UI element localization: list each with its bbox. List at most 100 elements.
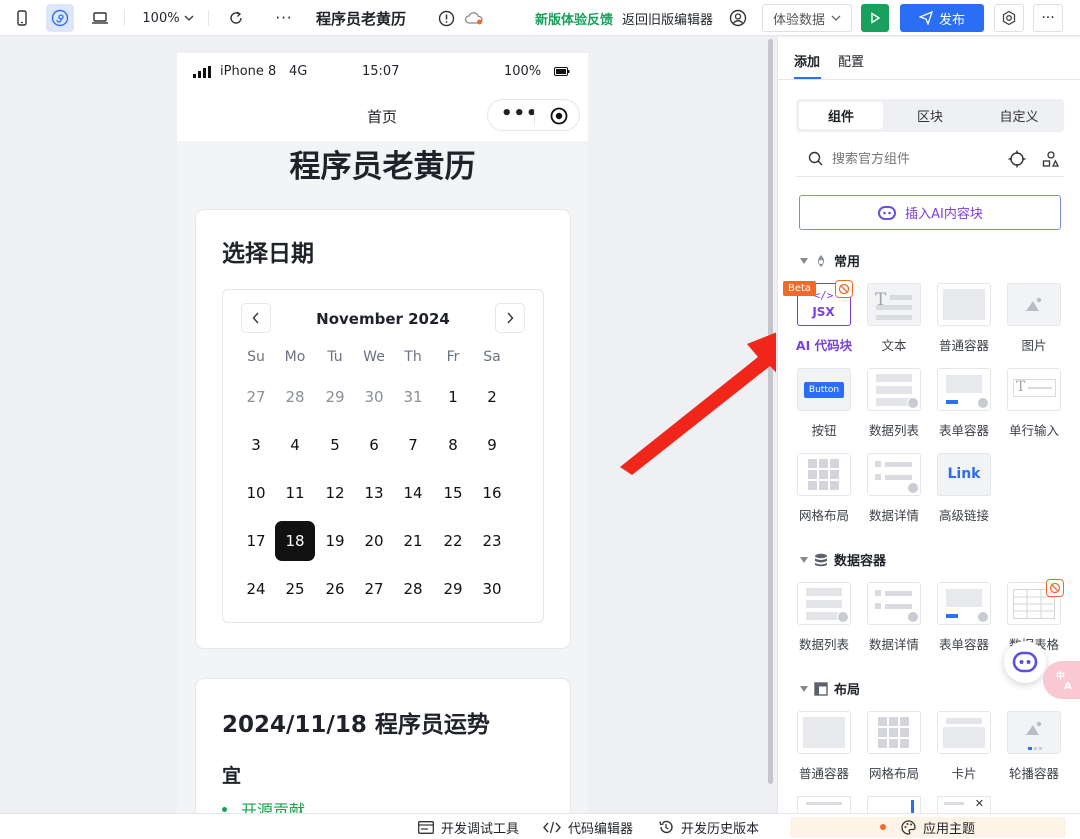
- calendar-day[interactable]: 3: [236, 425, 276, 465]
- segment-components[interactable]: 组件: [799, 102, 883, 129]
- calendar-day[interactable]: 1: [433, 377, 473, 417]
- segment-custom[interactable]: 自定义: [977, 102, 1061, 129]
- locate-icon[interactable]: [1008, 150, 1026, 168]
- insert-ai-block-button[interactable]: 插入AI内容块: [799, 195, 1061, 230]
- calendar-day[interactable]: 7: [393, 425, 433, 465]
- component-tree-icon[interactable]: [1042, 150, 1060, 168]
- tab-config[interactable]: 配置: [838, 51, 864, 70]
- component-partial-thumb[interactable]: [867, 796, 921, 813]
- capsule-more-icon[interactable]: •••: [501, 103, 539, 124]
- component-partial-thumb[interactable]: ✕: [937, 796, 991, 813]
- component-data-detail[interactable]: 数据详情: [865, 453, 923, 524]
- calendar-day[interactable]: 5: [315, 425, 355, 465]
- info-icon[interactable]: [434, 6, 458, 30]
- calendar-day[interactable]: 28: [393, 569, 433, 609]
- translate-float-button[interactable]: 中A: [1043, 661, 1080, 699]
- calendar-day[interactable]: 23: [472, 521, 512, 561]
- component-carousel[interactable]: 轮播容器: [1005, 711, 1063, 782]
- mini-program-view-icon[interactable]: [46, 4, 74, 32]
- component-image[interactable]: 图片: [1005, 283, 1063, 354]
- section-layout-header[interactable]: 布局: [800, 679, 860, 698]
- calendar-day[interactable]: 29: [315, 377, 355, 417]
- debug-tools-button[interactable]: 开发调试工具: [418, 814, 519, 839]
- cloud-sync-icon[interactable]: [462, 6, 486, 30]
- capsule-menu[interactable]: •••: [487, 99, 580, 131]
- component-data-detail[interactable]: 数据详情: [865, 582, 923, 653]
- capsule-close-icon[interactable]: [550, 107, 568, 125]
- more-menu-button[interactable]: ···: [1033, 4, 1063, 32]
- chevron-down-icon: [184, 15, 194, 21]
- tab-add[interactable]: 添加: [794, 51, 820, 70]
- section-data-header[interactable]: 数据容器: [800, 550, 886, 569]
- component-card[interactable]: 卡片: [935, 711, 993, 782]
- calendar-day[interactable]: 15: [433, 473, 473, 513]
- link-thumb-label: Link: [947, 466, 981, 482]
- component-advanced-link[interactable]: Link 高级链接: [935, 453, 993, 524]
- calendar-day[interactable]: 11: [275, 473, 315, 513]
- calendar-next-button[interactable]: [495, 303, 525, 333]
- section-common-title: 常用: [834, 255, 861, 270]
- component-button[interactable]: Button 按钮: [795, 368, 853, 439]
- calendar-day[interactable]: 12: [315, 473, 355, 513]
- run-button[interactable]: [861, 4, 889, 32]
- component-grid-layout[interactable]: 网格布局: [795, 453, 853, 524]
- calendar-day[interactable]: 24: [236, 569, 276, 609]
- component-container[interactable]: 普通容器: [935, 283, 993, 354]
- calendar-day[interactable]: 25: [275, 569, 315, 609]
- refresh-icon[interactable]: [224, 6, 248, 30]
- section-common-header[interactable]: 常用: [800, 251, 860, 270]
- component-form-container[interactable]: 表单容器: [935, 368, 993, 439]
- component-single-input[interactable]: T 单行输入: [1005, 368, 1063, 439]
- calendar-day[interactable]: 22: [433, 521, 473, 561]
- mobile-view-icon[interactable]: [8, 4, 36, 32]
- calendar-day[interactable]: 28: [275, 377, 315, 417]
- calendar-day[interactable]: 20: [354, 521, 394, 561]
- app-theme-button[interactable]: 应用主题: [880, 814, 975, 839]
- user-icon[interactable]: [726, 6, 750, 30]
- calendar-day[interactable]: 16: [472, 473, 512, 513]
- signal-icon: [193, 66, 211, 78]
- search-input[interactable]: [832, 148, 982, 170]
- data-source-select[interactable]: 体验数据: [762, 4, 852, 32]
- calendar-day-selected[interactable]: 18: [275, 521, 315, 561]
- calendar-day[interactable]: 31: [393, 377, 433, 417]
- calendar-day[interactable]: 8: [433, 425, 473, 465]
- calendar-day[interactable]: 2: [472, 377, 512, 417]
- component-data-list[interactable]: 数据列表: [795, 582, 853, 653]
- back-old-editor-link[interactable]: 返回旧版编辑器: [622, 0, 713, 36]
- calendar-day[interactable]: 30: [472, 569, 512, 609]
- chevron-right-icon: [507, 312, 514, 324]
- ai-assistant-float-button[interactable]: [1004, 641, 1046, 683]
- more-icon[interactable]: ···: [272, 6, 296, 30]
- calendar-day[interactable]: 21: [393, 521, 433, 561]
- calendar-day[interactable]: 27: [236, 377, 276, 417]
- code-editor-button[interactable]: 代码编辑器: [543, 814, 633, 839]
- calendar-day[interactable]: 9: [472, 425, 512, 465]
- component-container[interactable]: 普通容器: [795, 711, 853, 782]
- calendar-day[interactable]: 14: [393, 473, 433, 513]
- history-button[interactable]: 开发历史版本: [658, 814, 759, 839]
- zoom-select[interactable]: 100%: [140, 0, 196, 36]
- component-data-list[interactable]: 数据列表: [865, 368, 923, 439]
- calendar-day[interactable]: 4: [275, 425, 315, 465]
- segment-blocks[interactable]: 区块: [888, 102, 972, 129]
- calendar-day[interactable]: 30: [354, 377, 394, 417]
- calendar-day[interactable]: 29: [433, 569, 473, 609]
- component-partial-thumb[interactable]: [797, 796, 851, 813]
- calendar-day[interactable]: 17: [236, 521, 276, 561]
- calendar-day[interactable]: 10: [236, 473, 276, 513]
- component-form-container[interactable]: 表单容器: [935, 582, 993, 653]
- weekday-label: Su: [247, 349, 265, 365]
- calendar-day[interactable]: 27: [354, 569, 394, 609]
- component-label: 单行输入: [1008, 423, 1059, 438]
- calendar-day[interactable]: 26: [315, 569, 355, 609]
- component-text[interactable]: T 文本: [865, 283, 923, 354]
- desktop-view-icon[interactable]: [86, 4, 114, 32]
- calendar-day[interactable]: 19: [315, 521, 355, 561]
- settings-button[interactable]: [994, 4, 1024, 32]
- calendar-day[interactable]: 13: [354, 473, 394, 513]
- publish-button[interactable]: 发布: [900, 4, 984, 32]
- feedback-link[interactable]: 新版体验反馈: [535, 0, 613, 36]
- calendar-day[interactable]: 6: [354, 425, 394, 465]
- component-grid-layout[interactable]: 网格布局: [865, 711, 923, 782]
